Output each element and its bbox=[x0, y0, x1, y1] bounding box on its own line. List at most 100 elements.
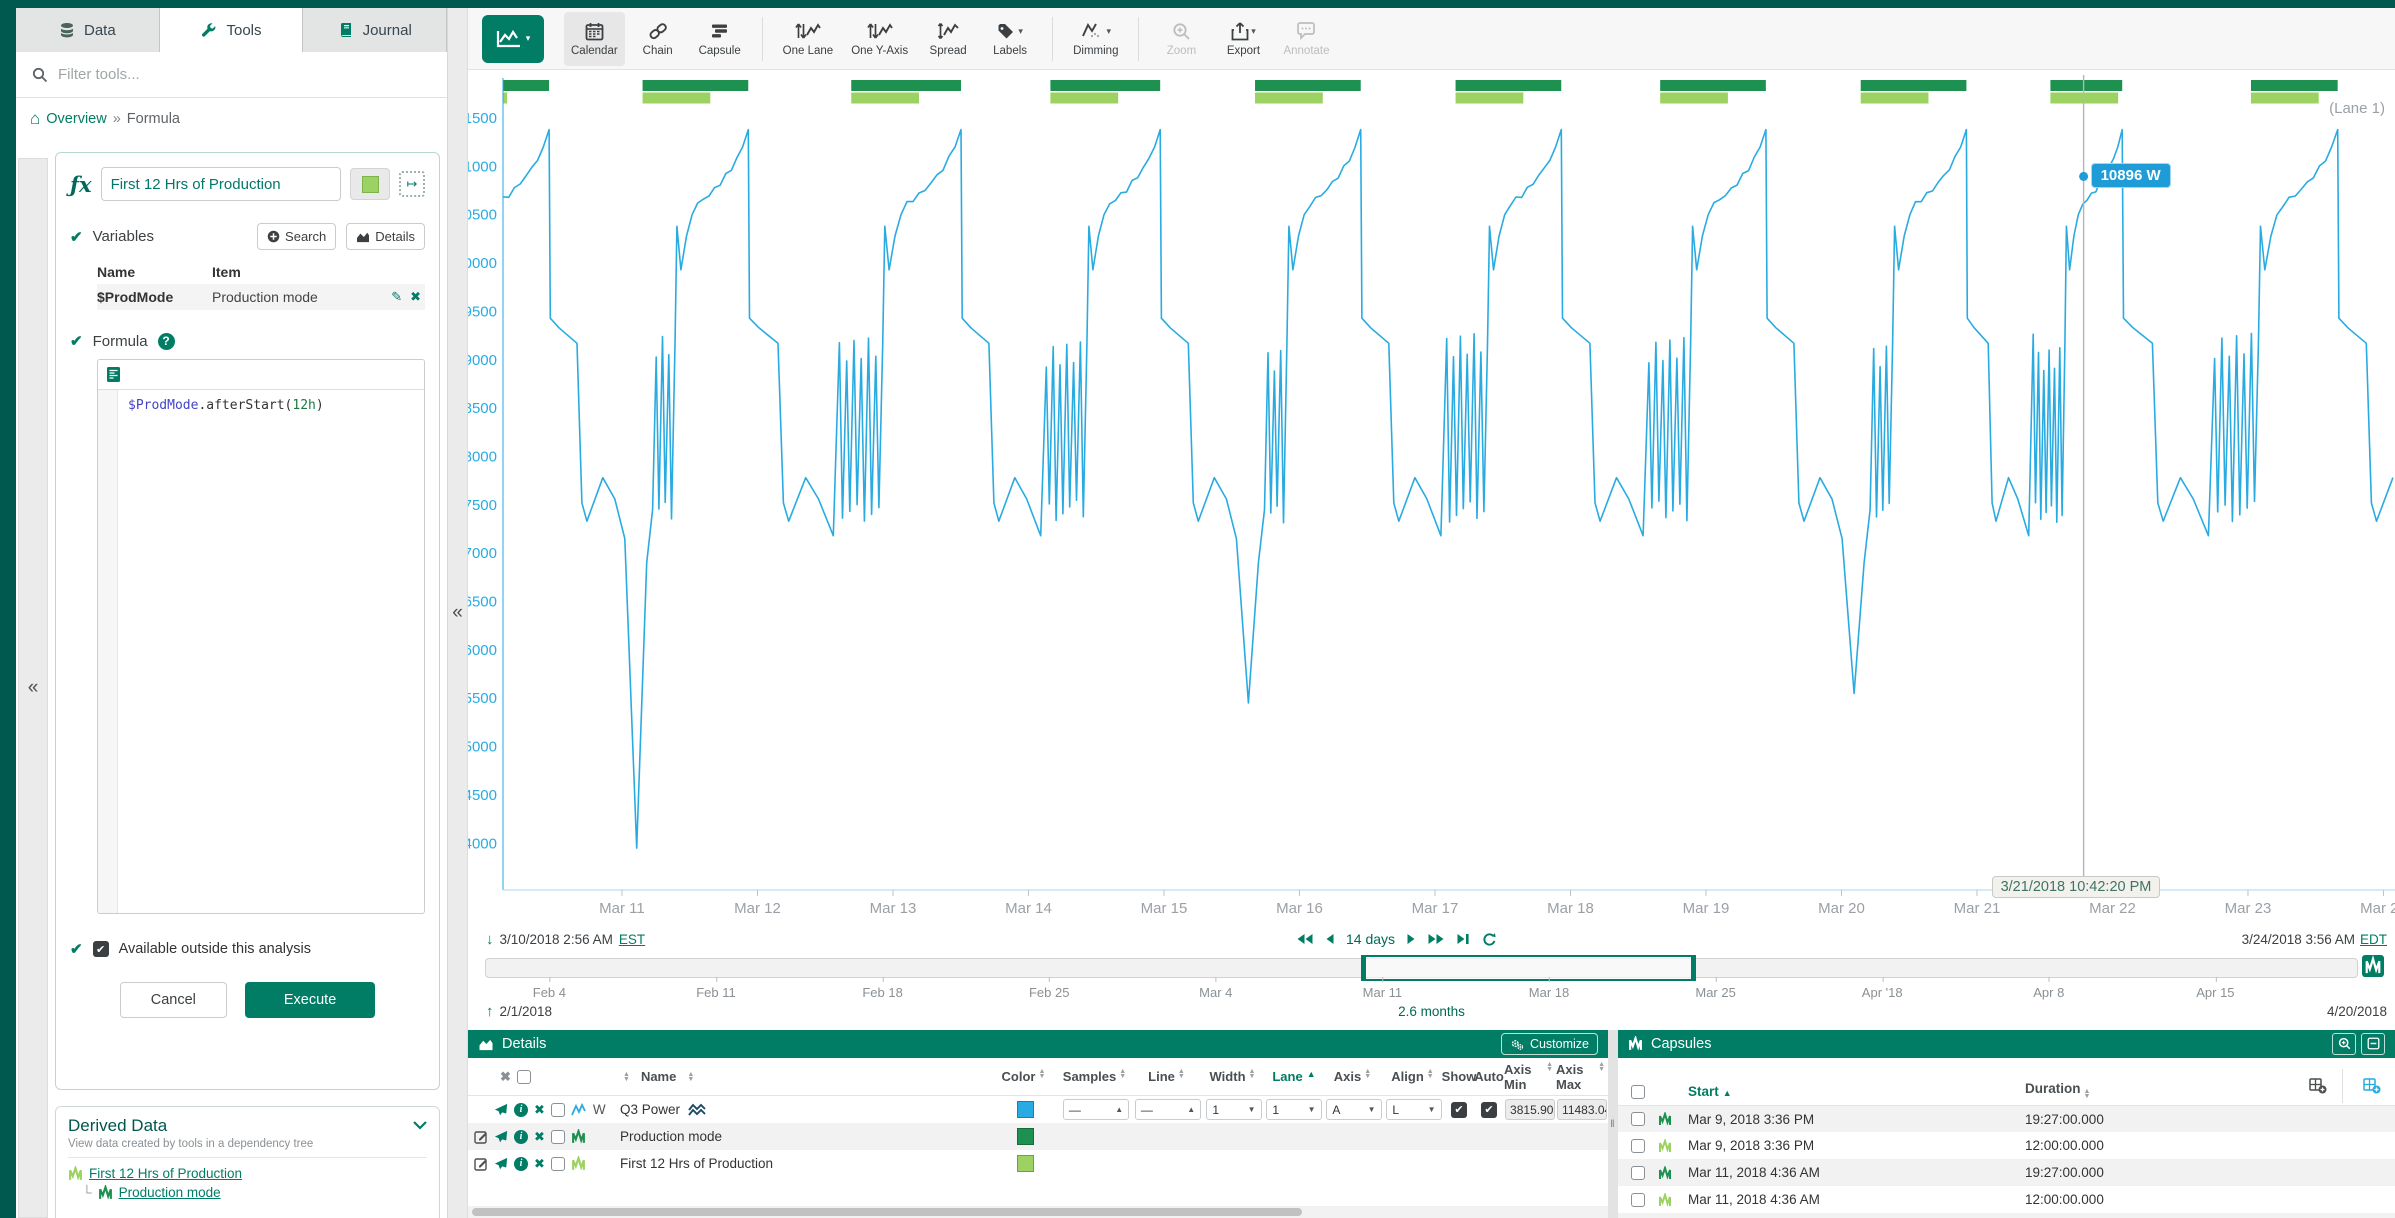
production-mode-capsule-bar[interactable] bbox=[1861, 80, 1967, 91]
step-forward-full-icon[interactable] bbox=[1428, 933, 1445, 945]
axis-min-input[interactable]: 3815.9055 bbox=[1505, 1099, 1555, 1120]
color-swatch-button[interactable] bbox=[350, 168, 390, 200]
formula-name-input[interactable] bbox=[101, 167, 341, 201]
align-dropdown[interactable]: L▼ bbox=[1386, 1099, 1441, 1120]
line-width-dropdown[interactable]: 1▼ bbox=[1206, 1099, 1261, 1120]
col-width[interactable]: Width bbox=[1210, 1069, 1246, 1084]
derived-item-link[interactable]: Production mode bbox=[119, 1185, 221, 1200]
item-info-icon[interactable]: i bbox=[514, 1103, 528, 1117]
undock-panel-icon[interactable]: ↦ bbox=[399, 171, 425, 197]
col-align[interactable]: Align bbox=[1391, 1069, 1424, 1084]
item-name[interactable]: Q3 Power bbox=[620, 1102, 680, 1117]
col-start[interactable]: Start bbox=[1688, 1084, 1719, 1099]
production-mode-capsule-bar[interactable] bbox=[1255, 80, 1361, 91]
tab-tools[interactable]: Tools bbox=[160, 8, 304, 52]
col-lane[interactable]: Lane bbox=[1272, 1069, 1302, 1084]
step-back-half-icon[interactable] bbox=[1325, 933, 1334, 945]
sort-icon[interactable]: ▲▼ bbox=[687, 1072, 694, 1082]
signal-compare-icon[interactable] bbox=[688, 1103, 706, 1117]
production-mode-capsule-bar[interactable] bbox=[643, 80, 749, 91]
edit-icon[interactable] bbox=[474, 1130, 488, 1144]
first-12h-capsule-bar[interactable] bbox=[1660, 93, 1728, 104]
col-samples[interactable]: Samples bbox=[1063, 1069, 1116, 1084]
tab-data[interactable]: Data bbox=[16, 8, 160, 52]
variables-details-button[interactable]: Details bbox=[346, 223, 425, 250]
capsules-collapse-button[interactable] bbox=[2361, 1033, 2385, 1055]
remove-item-icon[interactable]: ✖ bbox=[534, 1102, 545, 1118]
row-checkbox[interactable] bbox=[1631, 1166, 1645, 1180]
production-mode-capsule-bar[interactable] bbox=[2251, 80, 2338, 91]
toolbar-capsule-button[interactable]: Capsule bbox=[691, 12, 749, 66]
trend-chart[interactable]: 1150011000105001000095009000850080007500… bbox=[468, 70, 2395, 925]
send-to-icon[interactable] bbox=[494, 1103, 508, 1117]
function-list-icon[interactable] bbox=[106, 366, 121, 383]
item-name[interactable]: First 12 Hrs of Production bbox=[620, 1156, 773, 1171]
add-capsule-column-icon[interactable] bbox=[2363, 1078, 2381, 1097]
toolbar-calendar-button[interactable]: Calendar bbox=[564, 12, 625, 66]
first-12h-capsule-bar[interactable] bbox=[643, 93, 711, 104]
capsule-row[interactable]: Mar 11, 2018 4:36 AM 19:27:00.000 bbox=[1618, 1159, 2395, 1186]
capsule-row[interactable]: Mar 9, 2018 3:36 PM 19:27:00.000 bbox=[1618, 1106, 2395, 1133]
toolbar-one-y-axis-button[interactable]: One Y-Axis bbox=[844, 12, 915, 66]
col-auto[interactable]: Auto bbox=[1474, 1069, 1504, 1084]
col-name[interactable]: Name bbox=[641, 1069, 676, 1084]
row-checkbox[interactable] bbox=[551, 1157, 565, 1171]
details-row-q3-power[interactable]: i ✖ W Q3 Power —▲ —▲ 1▼ 1▼ A▼ bbox=[468, 1096, 1608, 1123]
first-12h-capsule-bar[interactable] bbox=[503, 93, 507, 104]
refresh-icon[interactable] bbox=[1482, 932, 1497, 947]
item-name[interactable]: Production mode bbox=[620, 1129, 722, 1144]
q3-power-series-line[interactable] bbox=[503, 130, 2393, 849]
toolbar-export-button[interactable]: ▾ Export bbox=[1214, 12, 1272, 66]
row-checkbox[interactable] bbox=[551, 1103, 565, 1117]
scrollbar-thumb[interactable] bbox=[472, 1208, 1302, 1216]
production-mode-capsule-bar[interactable] bbox=[1456, 80, 1562, 91]
col-duration[interactable]: Duration bbox=[2025, 1081, 2081, 1096]
collapse-sidebar-handle[interactable]: « bbox=[448, 8, 468, 1218]
remove-item-icon[interactable]: ✖ bbox=[534, 1129, 545, 1145]
item-info-icon[interactable]: i bbox=[514, 1157, 528, 1171]
formula-editor[interactable]: $ProdMode.afterStart(12h) bbox=[97, 359, 425, 914]
chevron-down-icon[interactable] bbox=[413, 1117, 427, 1135]
step-back-full-icon[interactable] bbox=[1296, 933, 1313, 945]
row-checkbox[interactable] bbox=[1631, 1193, 1645, 1207]
production-mode-capsule-bar[interactable] bbox=[503, 80, 549, 91]
capsules-zoom-button[interactable] bbox=[2332, 1033, 2356, 1055]
remove-all-icon[interactable]: ✖ bbox=[500, 1069, 511, 1085]
display-range-duration[interactable]: 14 days bbox=[1346, 931, 1395, 947]
toolbar-one-lane-button[interactable]: One Lane bbox=[776, 12, 841, 66]
sort-icon[interactable]: ▲▼ bbox=[623, 1072, 630, 1082]
col-axis-min[interactable]: Axis Min bbox=[1504, 1062, 1543, 1092]
send-to-icon[interactable] bbox=[494, 1157, 508, 1171]
home-icon[interactable]: ⌂ bbox=[30, 110, 40, 127]
execute-button[interactable]: Execute bbox=[245, 982, 375, 1018]
view-selector-button[interactable]: ▾ bbox=[482, 15, 544, 63]
details-horizontal-scrollbar[interactable] bbox=[468, 1206, 1608, 1218]
item-info-icon[interactable]: i bbox=[514, 1130, 528, 1144]
capsule-row[interactable]: Mar 9, 2018 3:36 PM 12:00:00.000 bbox=[1618, 1132, 2395, 1159]
auto-checkbox[interactable]: ✔ bbox=[1481, 1102, 1497, 1118]
step-to-end-icon[interactable] bbox=[1457, 933, 1470, 945]
col-axis[interactable]: Axis bbox=[1334, 1069, 1361, 1084]
axis-max-input[interactable]: 11483.042 bbox=[1557, 1099, 1607, 1120]
production-mode-capsule-bar[interactable] bbox=[851, 80, 961, 91]
derived-item-link[interactable]: First 12 Hrs of Production bbox=[89, 1166, 242, 1181]
capsule-row[interactable]: Mar 11, 2018 4:36 AM 12:00:00.000 bbox=[1618, 1186, 2395, 1213]
first-12h-capsule-bar[interactable] bbox=[851, 93, 919, 104]
timezone-end-link[interactable]: EDT bbox=[2360, 932, 2387, 947]
tab-journal[interactable]: Journal bbox=[303, 8, 447, 52]
breadcrumb-overview-link[interactable]: Overview bbox=[46, 111, 106, 127]
available-checkbox[interactable]: ✔ bbox=[93, 941, 109, 957]
panel-splitter[interactable]: ‖ bbox=[1608, 1030, 1618, 1218]
first-12h-capsule-bar[interactable] bbox=[1255, 93, 1323, 104]
toolbar-labels-button[interactable]: ▾ Labels bbox=[981, 12, 1039, 66]
col-color[interactable]: Color bbox=[1002, 1069, 1036, 1084]
production-mode-capsule-bar[interactable] bbox=[2050, 80, 2122, 91]
production-mode-capsule-bar[interactable] bbox=[1050, 80, 1160, 91]
row-checkbox[interactable] bbox=[1631, 1139, 1645, 1153]
timezone-start-link[interactable]: EST bbox=[619, 932, 645, 947]
timeline-capsule-icon[interactable] bbox=[2362, 955, 2384, 982]
send-to-icon[interactable] bbox=[494, 1130, 508, 1144]
col-show[interactable]: Show bbox=[1442, 1069, 1477, 1084]
remove-item-icon[interactable]: ✖ bbox=[534, 1156, 545, 1172]
formula-code[interactable]: $ProdMode.afterStart(12h) bbox=[118, 390, 334, 914]
